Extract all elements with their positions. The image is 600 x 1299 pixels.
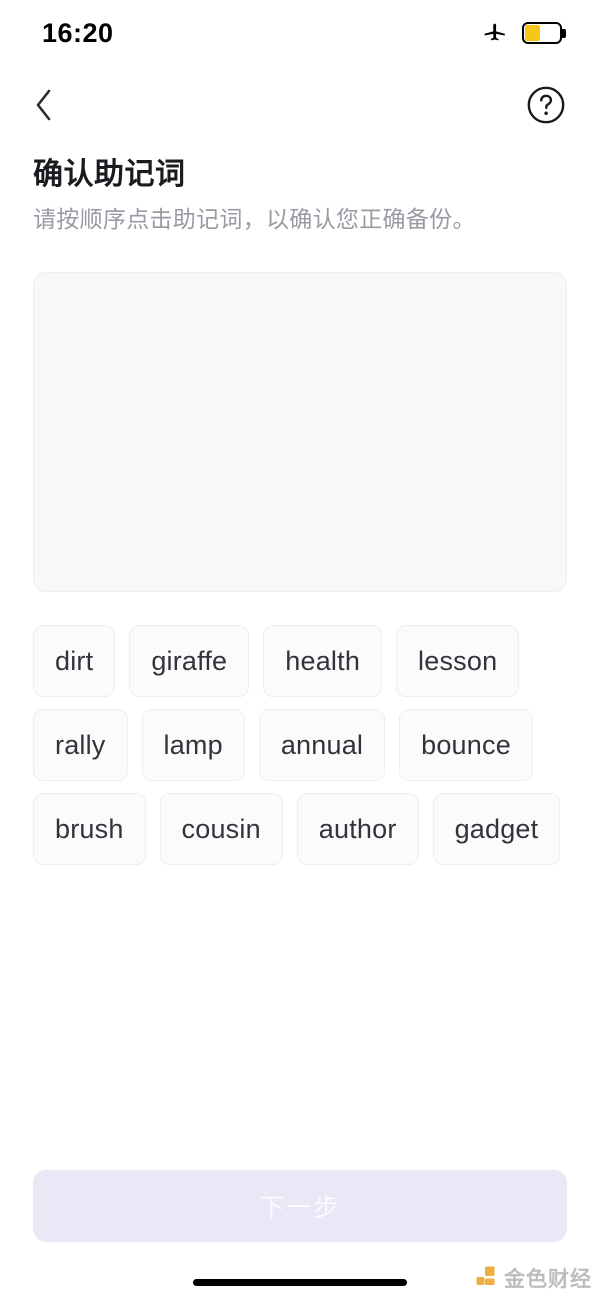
word-chip[interactable]: dirt [33, 625, 116, 697]
word-chip[interactable]: annual [258, 709, 386, 781]
next-button[interactable]: 下一步 [33, 1170, 567, 1242]
status-bar-time: 16:20 [42, 17, 114, 48]
airplane-mode-icon [482, 18, 508, 49]
word-chip[interactable]: author [296, 793, 419, 865]
word-pool: dirt giraffe health lesson rally lamp annual bo… [33, 625, 567, 865]
chevron-left-icon [36, 89, 51, 121]
status-bar-indicators [482, 18, 566, 49]
battery-low-power-icon [522, 22, 566, 44]
watermark: 金色财经 [474, 1263, 592, 1293]
back-button[interactable] [20, 81, 68, 129]
word-chip[interactable]: brush [33, 793, 146, 865]
status-bar: 16:20 [0, 0, 600, 66]
nav-bar [0, 66, 600, 144]
word-chip[interactable]: cousin [159, 793, 283, 865]
word-chip[interactable]: bounce [399, 709, 533, 781]
page-subtitle: 请按顺序点击助记词，以确认您正确备份。 [33, 205, 476, 232]
word-chip[interactable]: lamp [141, 709, 245, 781]
home-indicator[interactable] [193, 1279, 407, 1286]
word-chip[interactable]: lesson [396, 625, 520, 697]
watermark-text: 金色财经 [504, 1268, 592, 1291]
word-chip[interactable]: gadget [432, 793, 561, 865]
selected-words-area[interactable] [33, 272, 567, 592]
header-block: 确认助记词 请按顺序点击助记词，以确认您正确备份。 [33, 156, 573, 235]
word-chip[interactable]: rally [33, 709, 128, 781]
help-button[interactable] [522, 81, 570, 129]
question-mark-circle-icon [527, 86, 565, 124]
page-title: 确认助记词 [33, 158, 186, 191]
word-chip[interactable]: giraffe [129, 625, 250, 697]
word-chip[interactable]: health [263, 625, 383, 697]
app-screen: 16:20 确认助记词 请按顺序点击助记词，以确认您正确备份。 dirt gir… [0, 0, 600, 1299]
jinse-logo-icon [474, 1264, 498, 1293]
